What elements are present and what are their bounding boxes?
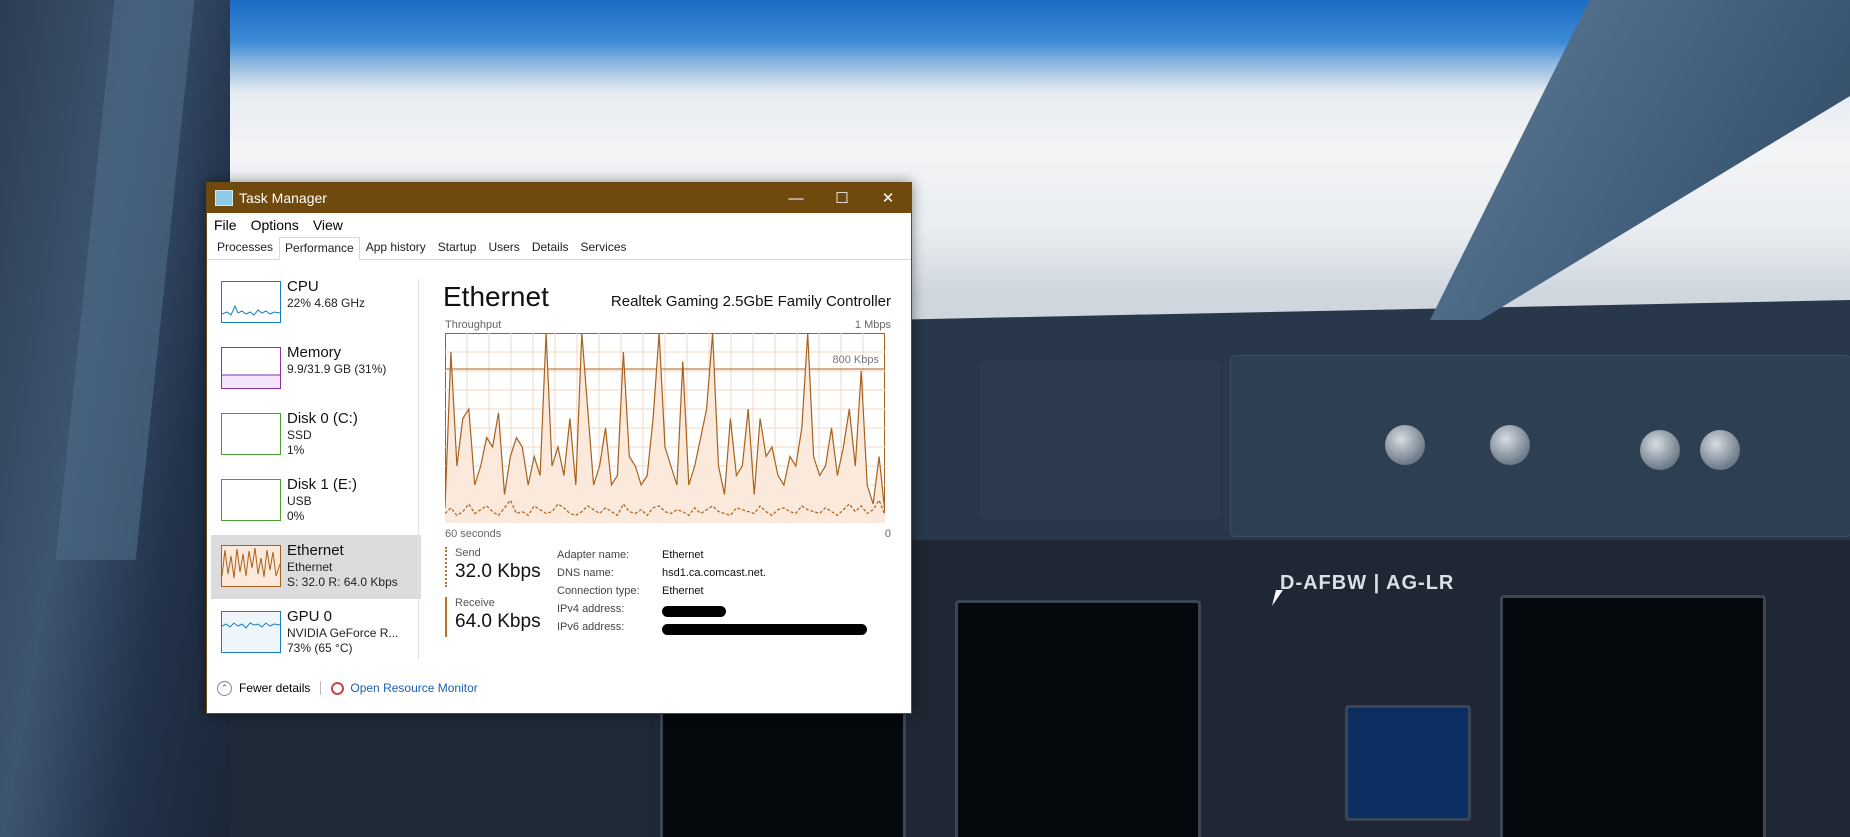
disk1-type: USB: [287, 494, 312, 508]
tab-users[interactable]: Users: [482, 236, 525, 259]
tab-details[interactable]: Details: [526, 236, 575, 259]
reference-label: 800 Kbps: [833, 354, 880, 366]
maximize-button[interactable]: ☐: [819, 183, 865, 213]
receive-value: 64.0 Kbps: [455, 611, 541, 632]
disk0-title: Disk 0 (C:): [287, 410, 358, 427]
ethernet-title: Ethernet: [287, 542, 344, 559]
tab-performance[interactable]: Performance: [279, 237, 360, 260]
ethernet-name: Ethernet: [287, 560, 333, 574]
fcu-knob: [1490, 425, 1530, 465]
ethernet-rates: S: 32.0 R: 64.0 Kbps: [287, 575, 398, 589]
tab-processes[interactable]: Processes: [211, 236, 279, 259]
performance-content: CPU 22% 4.68 GHz Memory 9.9/31.9 GB (31%) …: [207, 263, 911, 663]
prop-value: Ethernet: [662, 585, 704, 597]
disk0-mini-graph: [221, 413, 281, 455]
tab-startup[interactable]: Startup: [432, 236, 483, 259]
fcu-knob: [1385, 425, 1425, 465]
x-axis-right-label: 0: [884, 528, 891, 540]
standby-instrument: [1345, 705, 1471, 821]
cpu-mini-graph: [221, 281, 281, 323]
close-button[interactable]: ✕: [865, 183, 911, 213]
prop-value: hsd1.ca.comcast.net.: [662, 567, 766, 579]
send-value: 32.0 Kbps: [455, 561, 541, 582]
send-stat: Send 32.0 Kbps: [445, 547, 541, 587]
title-bar[interactable]: Task Manager — ☐ ✕: [207, 183, 911, 213]
ipv4-redaction: [662, 606, 726, 617]
window-title: Task Manager: [239, 190, 327, 206]
menu-bar: File Options View: [207, 213, 911, 237]
prop-adapter-name: Adapter name: Ethernet: [557, 549, 867, 567]
disk1-title: Disk 1 (E:): [287, 476, 358, 493]
gpu-model: NVIDIA GeForce R...: [287, 626, 399, 640]
footer-bar: ⌃ Fewer details Open Resource Monitor: [207, 673, 911, 703]
ecam-screen: [1500, 595, 1766, 837]
prop-key: Connection type:: [557, 585, 640, 597]
prop-value: Ethernet: [662, 549, 704, 561]
resource-monitor-icon: [331, 681, 345, 695]
fewer-details-button[interactable]: Fewer details: [239, 681, 310, 695]
prop-ipv6: IPv6 address:: [557, 621, 867, 639]
disk0-type: SSD: [287, 428, 312, 442]
task-manager-window: Task Manager — ☐ ✕ File Options View Pro…: [206, 182, 912, 714]
tab-services[interactable]: Services: [575, 236, 633, 259]
throughput-max-label: 1 Mbps: [854, 319, 891, 331]
sidebar-item-cpu[interactable]: CPU 22% 4.68 GHz: [211, 271, 421, 335]
throughput-graph: 800 Kbps: [445, 333, 885, 523]
gpu-mini-graph: [221, 611, 281, 653]
cpu-usage: 22% 4.68 GHz: [287, 296, 366, 310]
memory-usage: 9.9/31.9 GB (31%): [287, 362, 387, 376]
x-axis-left-label: 60 seconds: [445, 528, 502, 540]
menu-options[interactable]: Options: [244, 217, 306, 233]
disk0-usage: 1%: [287, 443, 305, 457]
gpu-usage: 73% (65 °C): [287, 641, 353, 655]
sidebar-item-disk-1[interactable]: Disk 1 (E:) USB 0%: [211, 469, 421, 533]
footer-separator: [320, 681, 322, 695]
sidebar-item-disk-0[interactable]: Disk 0 (C:) SSD 1%: [211, 403, 421, 467]
prop-key: DNS name:: [557, 567, 614, 579]
menu-file[interactable]: File: [207, 217, 244, 233]
sidebar-item-memory[interactable]: Memory 9.9/31.9 GB (31%): [211, 337, 421, 401]
ethernet-mini-graph: [221, 545, 281, 587]
memory-title: Memory: [287, 344, 342, 361]
menu-view[interactable]: View: [306, 217, 350, 233]
resource-list: CPU 22% 4.68 GHz Memory 9.9/31.9 GB (31%) …: [211, 271, 421, 667]
adapter-properties: Adapter name: Ethernet DNS name: hsd1.ca.c…: [557, 549, 867, 639]
throughput-label: Throughput: [445, 319, 502, 331]
gpu-title: GPU 0: [287, 608, 333, 625]
adapter-model: Realtek Gaming 2.5GbE Family Controller: [610, 293, 891, 310]
open-resource-monitor-link[interactable]: Open Resource Monitor: [350, 681, 477, 695]
disk1-usage: 0%: [287, 509, 305, 523]
task-manager-icon: [215, 190, 233, 206]
tab-strip: Processes Performance App history Startu…: [207, 237, 911, 260]
prop-key: IPv6 address:: [557, 621, 625, 633]
receive-stat: Receive 64.0 Kbps: [445, 597, 541, 637]
pane-divider: [418, 279, 419, 659]
disk1-mini-graph: [221, 479, 281, 521]
sidebar-item-gpu[interactable]: GPU 0 NVIDIA GeForce R... 73% (65 °C): [211, 601, 421, 665]
aircraft-registration: D-AFBW | AG-LR: [1280, 572, 1455, 594]
detail-title: Ethernet: [443, 281, 549, 312]
minimize-button[interactable]: —: [773, 183, 819, 213]
nd-screen: [955, 600, 1201, 837]
memory-mini-graph: [221, 347, 281, 389]
prop-key: IPv4 address:: [557, 603, 625, 615]
send-label: Send: [455, 547, 481, 559]
prop-key: Adapter name:: [557, 549, 630, 561]
sidebar-item-ethernet[interactable]: Ethernet Ethernet S: 32.0 R: 64.0 Kbps: [211, 535, 421, 599]
prop-connection-type: Connection type: Ethernet: [557, 585, 867, 603]
tab-app-history[interactable]: App history: [360, 236, 432, 259]
chevron-up-icon[interactable]: ⌃: [217, 680, 232, 696]
fcu-knob: [1700, 430, 1740, 470]
ipv6-redaction: [662, 624, 867, 635]
prop-ipv4: IPv4 address:: [557, 603, 867, 621]
efis-panel: [980, 360, 1220, 520]
cpu-title: CPU: [287, 278, 319, 295]
fcu-panel: [1230, 355, 1850, 537]
fcu-knob: [1640, 430, 1680, 470]
receive-label: Receive: [455, 597, 495, 609]
prop-dns-name: DNS name: hsd1.ca.comcast.net.: [557, 567, 867, 585]
